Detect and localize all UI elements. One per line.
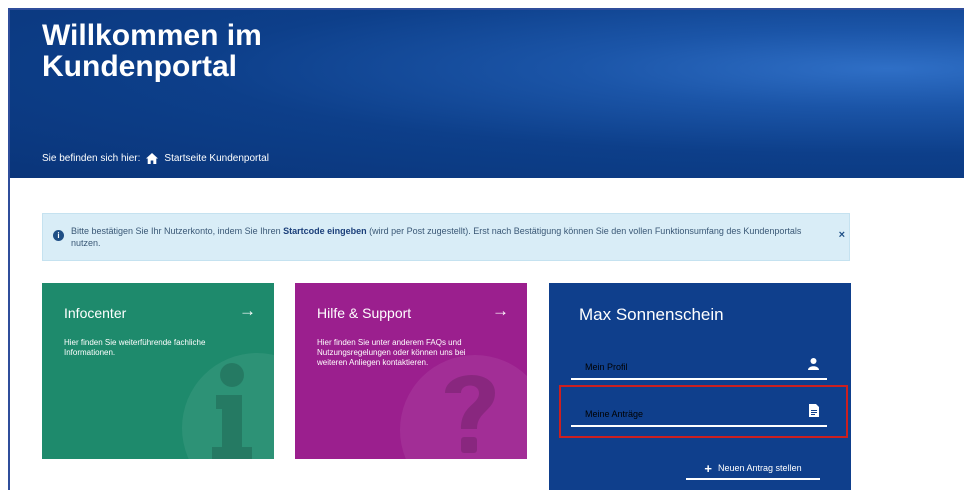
infocenter-tile[interactable]: Infocenter → Hier finden Sie weiterführe… [42,283,274,459]
new-request-button[interactable]: + Neuen Antrag stellen [686,458,820,480]
info-large-icon [212,363,252,459]
highlight-box [559,385,848,438]
infocenter-title: Infocenter [64,305,127,321]
arrow-right-icon[interactable]: → [492,301,509,321]
hero-banner: Willkommen im Kundenportal Sie befinden … [10,10,964,178]
my-profile-label: Mein Profil [585,362,628,372]
info-icon: i [53,230,64,241]
arrow-right-icon[interactable]: → [239,301,256,321]
help-support-tile[interactable]: Hilfe & Support → Hier finden Sie unter … [295,283,527,459]
help-support-description: Hier finden Sie unter anderem FAQs und N… [317,338,466,367]
question-large-icon [445,374,495,453]
infocenter-description: Hier finden Sie weiterführende fachliche… [64,338,206,357]
alert-message: Bitte bestätigen Sie Ihr Nutzerkonto, in… [71,226,802,248]
page-title: Willkommen im Kundenportal [42,19,262,83]
close-icon[interactable]: × [839,229,845,241]
home-icon[interactable] [146,153,159,164]
user-name: Max Sonnenschein [579,305,724,324]
startcode-link[interactable]: Startcode eingeben [283,226,367,236]
new-request-label: Neuen Antrag stellen [718,463,802,473]
breadcrumb-current[interactable]: Startseite Kundenportal [164,153,269,164]
user-icon [808,358,819,372]
plus-icon: + [704,460,713,476]
my-profile-link[interactable]: Mein Profil [571,350,827,380]
breadcrumb-prefix: Sie befinden sich hier: [42,153,141,164]
help-support-title: Hilfe & Support [317,305,412,321]
breadcrumb: Sie befinden sich hier: Startseite Kunde… [42,153,269,164]
account-confirmation-alert: i Bitte bestätigen Sie Ihr Nutzerkonto, … [42,213,850,261]
